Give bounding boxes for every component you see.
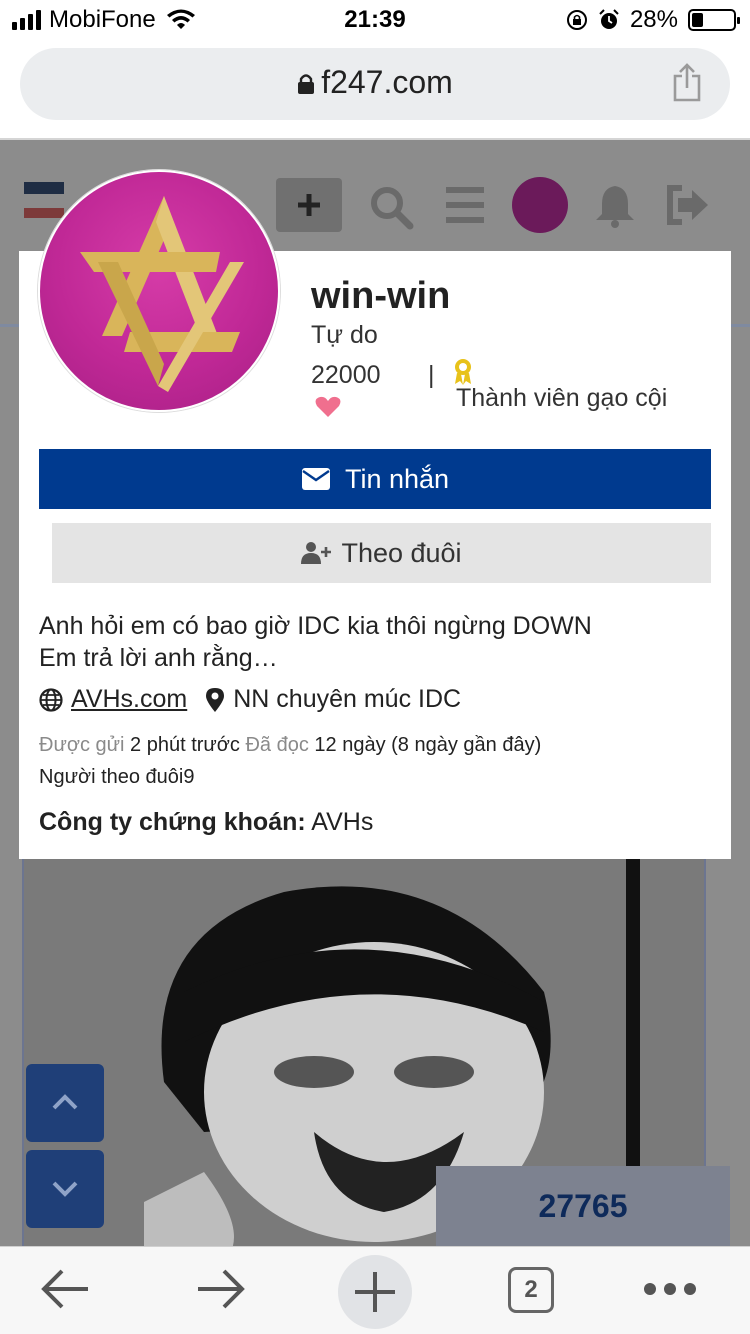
more-options-icon[interactable] bbox=[642, 1281, 698, 1297]
company-value: AVHs bbox=[311, 808, 374, 836]
bio-line-2: Em trả lời anh rằng… bbox=[39, 644, 278, 672]
post-counter[interactable]: 27765 bbox=[436, 1166, 730, 1246]
header-avatar[interactable] bbox=[512, 177, 568, 233]
back-arrow-icon[interactable] bbox=[38, 1261, 92, 1317]
alarm-icon bbox=[599, 9, 619, 29]
plus-icon bbox=[355, 1272, 395, 1312]
globe-icon bbox=[39, 687, 63, 712]
message-button[interactable]: Tin nhắn bbox=[39, 449, 711, 509]
user-links: AVHs.com NN chuyên múc IDC bbox=[39, 685, 461, 714]
menu-icon[interactable] bbox=[444, 184, 486, 226]
user-avatar[interactable] bbox=[38, 170, 280, 412]
battery-icon bbox=[688, 9, 740, 31]
website-link[interactable]: AVHs.com bbox=[71, 685, 187, 714]
posted-value: 2 phút trước bbox=[130, 734, 240, 756]
user-plus-icon bbox=[301, 542, 332, 564]
address-bar[interactable]: f247.com bbox=[20, 48, 730, 120]
map-pin-icon bbox=[206, 687, 225, 712]
company-field: Công ty chứng khoán: AVHs bbox=[39, 808, 373, 837]
user-rank: Thành viên gạo cội bbox=[456, 384, 668, 412]
user-title: Tự do bbox=[311, 321, 378, 349]
bio-line-1: Anh hỏi em có bao giờ IDC kia thôi ngừng… bbox=[39, 612, 592, 640]
forward-arrow-icon[interactable] bbox=[194, 1261, 248, 1317]
chevron-up-icon bbox=[52, 1094, 78, 1110]
company-label: Công ty chứng khoán: bbox=[39, 808, 306, 836]
new-tab-button[interactable] bbox=[338, 1255, 412, 1329]
status-bar: MobiFone 21:39 28% bbox=[0, 0, 750, 40]
rotation-lock-icon bbox=[566, 10, 587, 30]
read-value: 12 ngày (8 ngày gần đây) bbox=[314, 734, 542, 756]
follow-label: Theo đuôi bbox=[341, 537, 462, 568]
lock-icon bbox=[298, 74, 315, 94]
user-name[interactable]: win-win bbox=[311, 275, 450, 318]
battery-percent: 28% bbox=[629, 6, 678, 33]
activity-info: Được gửi 2 phút trước Đã đọc 12 ngày (8 … bbox=[39, 734, 541, 757]
award-icon bbox=[455, 359, 471, 385]
posted-label: Được gửi bbox=[39, 734, 125, 756]
chevron-down-icon bbox=[52, 1181, 78, 1197]
follow-button[interactable]: Theo đuôi bbox=[52, 523, 711, 583]
create-button[interactable] bbox=[276, 178, 342, 232]
logout-icon[interactable] bbox=[664, 184, 712, 226]
share-icon[interactable] bbox=[672, 62, 702, 102]
bell-icon[interactable] bbox=[594, 184, 636, 228]
search-icon[interactable] bbox=[368, 184, 414, 230]
heart-icon bbox=[315, 396, 341, 417]
user-bio: Anh hỏi em có bao giờ IDC kia thôi ngừng… bbox=[39, 610, 699, 674]
message-label: Tin nhắn bbox=[344, 463, 450, 494]
location-text: NN chuyên múc IDC bbox=[233, 685, 462, 713]
followers-count: Người theo đuôi9 bbox=[39, 766, 195, 788]
post-counter-value: 27765 bbox=[538, 1188, 628, 1224]
user-points: 22000 bbox=[311, 361, 381, 389]
avatar-logo bbox=[80, 196, 244, 392]
separator: | bbox=[428, 361, 435, 389]
scroll-down-button[interactable] bbox=[26, 1150, 104, 1228]
plus-icon bbox=[298, 194, 320, 216]
status-right: 28% bbox=[566, 6, 740, 34]
url-display[interactable]: f247.com bbox=[20, 64, 730, 101]
envelope-icon bbox=[301, 468, 330, 490]
browser-toolbar: 2 bbox=[0, 1246, 750, 1334]
url-text: f247.com bbox=[321, 64, 453, 100]
tab-switcher-button[interactable]: 2 bbox=[508, 1267, 554, 1313]
read-label: Đã đọc bbox=[245, 734, 309, 756]
scroll-up-button[interactable] bbox=[26, 1064, 104, 1142]
